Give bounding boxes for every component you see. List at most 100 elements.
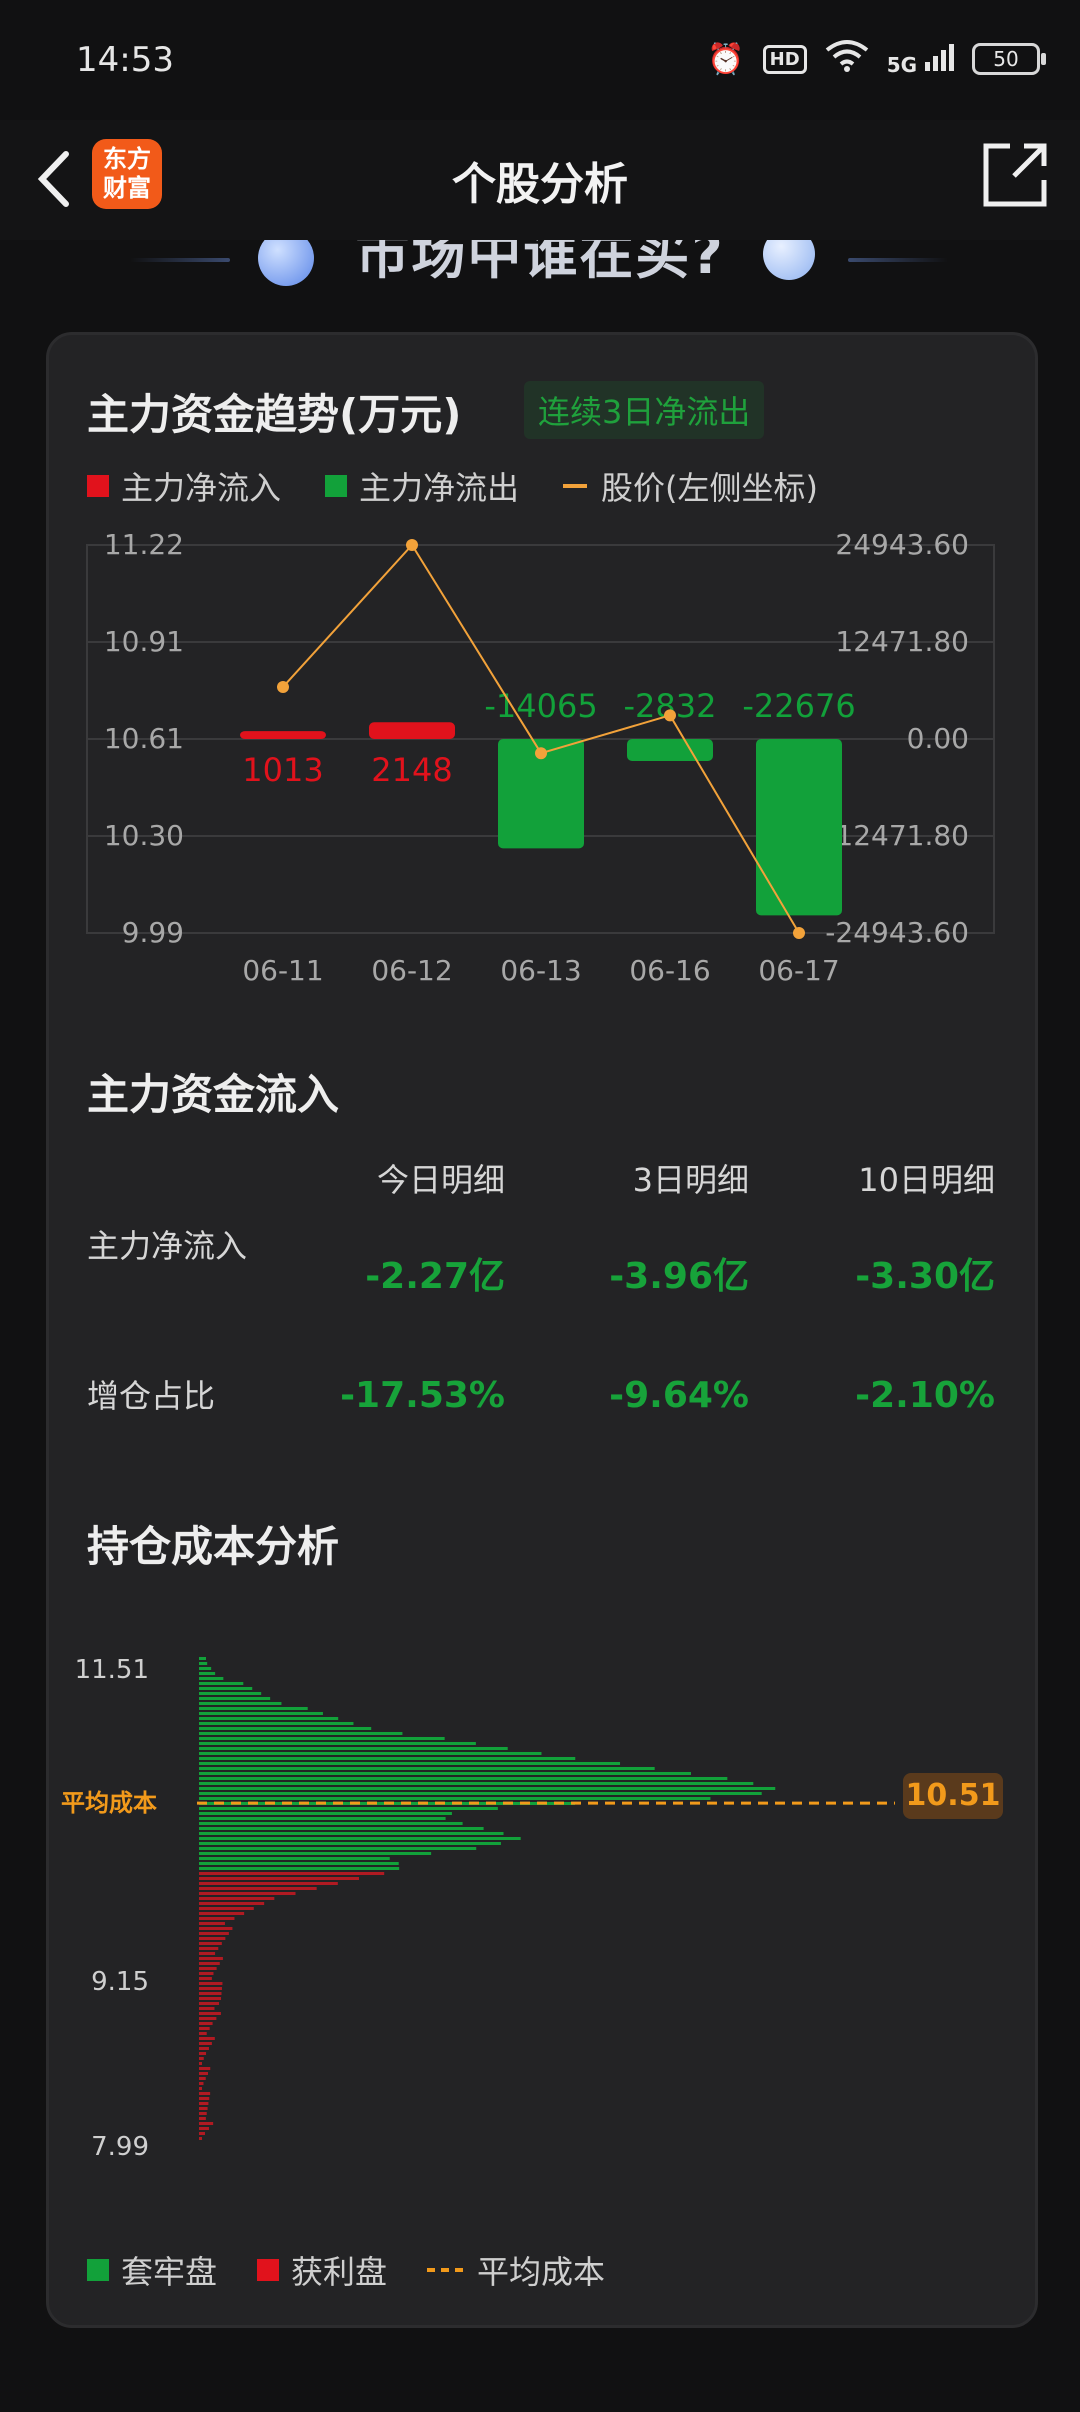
cost-bar [199, 1662, 208, 1665]
cost-bar [199, 2012, 221, 2015]
cost-bar [199, 1757, 576, 1760]
cost-bar [199, 1722, 354, 1725]
signal-label: 5G [886, 52, 918, 77]
cost-bar [199, 1672, 216, 1675]
cost-bar [199, 2087, 202, 2090]
battery-icon: 50 [972, 43, 1046, 75]
cost-bar [199, 1677, 224, 1680]
profit-swatch [257, 2259, 280, 2281]
cost-bar [199, 2007, 215, 2010]
cost-bar [199, 2052, 207, 2055]
cost-bar [199, 1972, 214, 1975]
cost-bar [199, 2002, 220, 2005]
cost-bar [199, 1692, 262, 1695]
cost-bar [199, 1852, 432, 1855]
cost-bar [199, 1777, 728, 1780]
wifi-icon [825, 38, 869, 80]
cost-bar [199, 1887, 317, 1890]
cost-bar [199, 1737, 445, 1740]
status-icons: ⏰ HD 5G 50 [707, 38, 1046, 80]
battery-level: 50 [993, 47, 1019, 71]
cost-bar [199, 1727, 372, 1730]
cost-bar [199, 1937, 226, 1940]
cost-bar [199, 2112, 207, 2115]
legend-trapped: 套牢盘 [87, 2247, 217, 2293]
cost-bar [199, 1897, 275, 1900]
cost-bar [199, 1657, 206, 1660]
cost-bar [199, 1907, 254, 1910]
cost-bar [199, 1942, 222, 1945]
share-icon [983, 143, 1047, 207]
cost-bar [199, 2122, 214, 2125]
cost-bar [199, 1992, 222, 1995]
cost-bar [199, 1857, 390, 1860]
cost-bar [199, 1982, 223, 1985]
avg-swatch [427, 2268, 464, 2272]
cost-bar [199, 2117, 206, 2120]
cost-bar [199, 2037, 215, 2040]
cost-bar [199, 2057, 204, 2060]
cost-bar [199, 1847, 477, 1850]
legend-avg-label: 平均成本 [477, 2253, 606, 2291]
trapped-swatch [87, 2259, 109, 2281]
hd-icon: HD [762, 44, 807, 74]
cost-legend: 套牢盘 获利盘 平均成本 [87, 2247, 649, 2293]
cost-bar [199, 1767, 655, 1770]
cost-bar [199, 1792, 762, 1795]
cost-bar [199, 2067, 211, 2070]
cost-bar [199, 1842, 501, 1845]
cost-bar [199, 1952, 216, 1955]
cost-bar [199, 1917, 235, 1920]
legend-profit: 获利盘 [257, 2247, 387, 2293]
cost-bar [199, 1902, 265, 1905]
cost-bar [199, 1807, 498, 1810]
cost-bar [199, 1667, 212, 1670]
cost-bar [199, 1812, 452, 1815]
cost-bar [199, 1837, 521, 1840]
status-time: 14:53 [76, 40, 174, 80]
cost-bar [199, 1707, 308, 1710]
nav-bar: 东方 财富 个股分析 [0, 120, 1080, 240]
cost-bar [199, 1987, 222, 1990]
cost-bar [199, 2077, 206, 2080]
cost-bar [199, 1782, 754, 1785]
cost-bar [199, 2082, 204, 2085]
share-button[interactable] [980, 140, 1050, 210]
cost-bar [199, 1892, 296, 1895]
cost-bar [199, 1742, 476, 1745]
cost-bar [199, 1797, 711, 1800]
cost-bar [199, 1762, 621, 1765]
analysis-card: 主力资金趋势(万元) 连续3日净流出 主力净流入 主力净流出 股价(左侧坐标) … [46, 332, 1038, 2328]
cost-bar [199, 1932, 229, 1935]
signal-5g-icon: 5G [887, 42, 954, 77]
cost-bar [199, 2127, 210, 2130]
banner: 市场中谁在买? [0, 240, 1080, 318]
legend-trapped-label: 套牢盘 [121, 2253, 218, 2291]
cost-bar [199, 2102, 209, 2105]
cost-bar [199, 2097, 210, 2100]
cost-bar [199, 2022, 213, 2025]
legend-avg: 平均成本 [427, 2247, 605, 2293]
cost-bar [199, 1962, 220, 1965]
cost-bar [199, 2107, 208, 2110]
cost-bar [199, 1822, 463, 1825]
legend-profit-label: 获利盘 [291, 2253, 388, 2291]
page-title: 个股分析 [452, 159, 628, 210]
cost-bar [199, 1787, 776, 1790]
avg-cost-value: 10.51 [903, 1773, 1003, 1819]
alarm-icon: ⏰ [707, 41, 745, 77]
cost-bar [199, 2132, 205, 2135]
cost-chart [197, 1657, 895, 2140]
cost-bar [199, 1827, 484, 1830]
cost-bar [199, 1927, 233, 1930]
cost-bar [199, 1712, 323, 1715]
status-bar: 14:53 ⏰ HD 5G 50 [0, 0, 1080, 120]
cost-bar [199, 2047, 209, 2050]
cost-bar [199, 1747, 508, 1750]
cost-bar [199, 1867, 400, 1870]
cost-bar [199, 1832, 504, 1835]
cost-bar [199, 1872, 385, 1875]
cost-bar [199, 1957, 223, 1960]
cost-bar [199, 1682, 244, 1685]
cost-bar [199, 2027, 210, 2030]
